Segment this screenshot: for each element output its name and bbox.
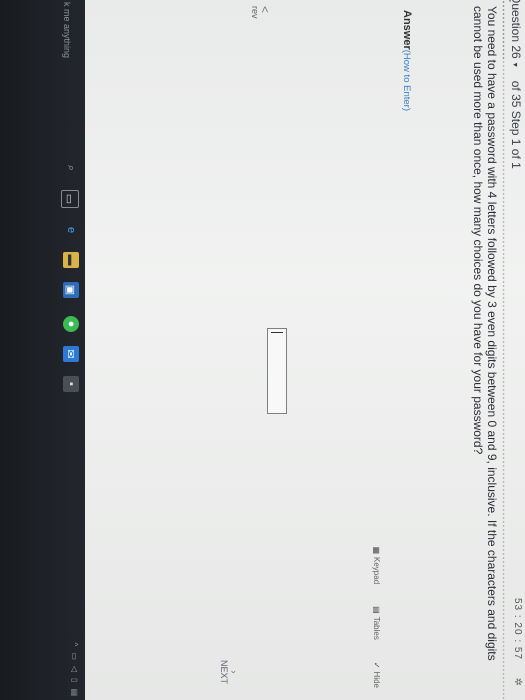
store-icon[interactable]: ▣	[63, 282, 79, 298]
keypad-icon: ▦	[372, 546, 381, 555]
monitor-screen: Question 26 ▾ of 35 Step 1 of 1 53 : 20 …	[0, 0, 525, 700]
chevron-up-icon[interactable]: ^	[70, 643, 79, 647]
question-selector[interactable]: Question 26 ▾	[509, 0, 523, 67]
prev-button[interactable]: < rev	[250, 6, 272, 19]
cortana-search[interactable]: k me anything	[49, 0, 85, 162]
prev-label: rev	[250, 6, 260, 19]
edge-browser-icon[interactable]: e	[63, 222, 79, 238]
divider-accent	[502, 0, 505, 60]
app-icon[interactable]: ▪	[63, 376, 79, 392]
gear-icon[interactable]: ✲	[512, 678, 523, 686]
hide-label: Hide	[372, 671, 381, 688]
tables-button[interactable]: ▤ Tables	[372, 606, 381, 640]
how-to-enter-link[interactable]: (How to Enter)	[401, 50, 412, 111]
question-header: Question 26 ▾ of 35 Step 1 of 1 53 : 20 …	[507, 0, 525, 700]
mail-icon[interactable]: ✉	[63, 346, 79, 362]
network-icon[interactable]: ▭	[70, 652, 79, 660]
tool-buttons: ▦ Keypad ▤ Tables ✓ Hide	[372, 546, 381, 688]
keypad-button[interactable]: ▦ Keypad	[372, 546, 381, 584]
timer: 53 : 20 : 57	[512, 597, 523, 660]
task-view-icon[interactable]: ▭	[61, 190, 79, 208]
next-label: NEXT	[219, 659, 229, 684]
system-tray: ^ ▭ ◁ ▯ ▤	[70, 643, 85, 700]
tables-icon: ▤	[372, 606, 381, 614]
chevron-down-icon: ▾	[511, 62, 521, 67]
hide-button[interactable]: ✓ Hide	[372, 662, 381, 688]
chevron-right-icon: ›	[229, 670, 239, 674]
notification-icon[interactable]: ▤	[70, 688, 79, 696]
prev-arrow-icon: <	[258, 6, 272, 14]
question-label: Question 26	[509, 0, 523, 59]
text-caret	[271, 332, 283, 333]
taskbar: k me anything ⌕ ▭ e ▬ ▣ ● ✉ ▪ ^ ▭ ◁ ▯ ▤	[0, 0, 85, 700]
tables-label: Tables	[372, 616, 381, 640]
keypad-label: Keypad	[372, 557, 381, 585]
battery-icon[interactable]: ▯	[70, 678, 79, 682]
question-count: of 35 Step 1 of 1	[509, 80, 523, 169]
volume-icon[interactable]: ◁	[70, 666, 79, 672]
chrome-icon[interactable]: ●	[63, 316, 79, 332]
answer-input[interactable]	[267, 328, 287, 414]
answer-label: Answer	[401, 10, 413, 50]
file-explorer-icon[interactable]: ▬	[63, 252, 79, 268]
microphone-icon[interactable]: ⌕	[63, 160, 79, 176]
pencil-icon: ✓	[372, 661, 381, 669]
answer-row: Answer(How to Enter)	[401, 10, 413, 111]
next-button[interactable]: › NEXT	[219, 660, 239, 684]
quiz-page: Question 26 ▾ of 35 Step 1 of 1 53 : 20 …	[85, 0, 525, 700]
divider	[502, 0, 505, 700]
search-text: k me anything	[62, 2, 72, 59]
question-text: You need to have a password with 4 lette…	[471, 6, 499, 661]
